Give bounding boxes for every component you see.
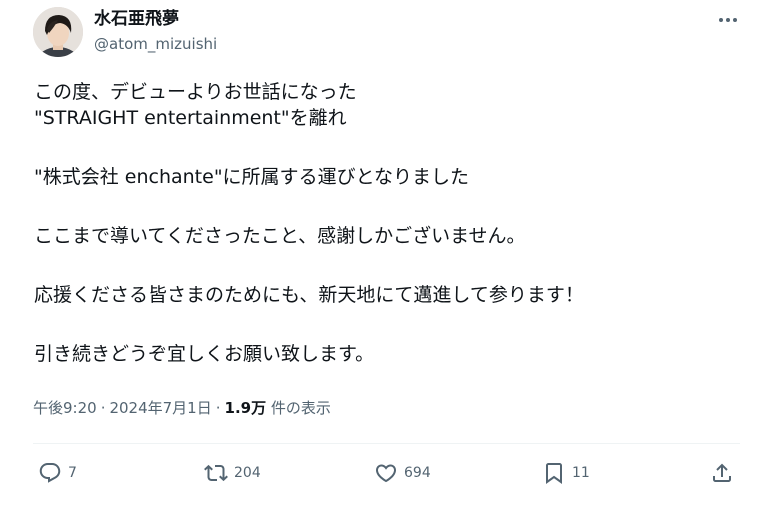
reply-icon xyxy=(38,461,62,485)
tweet-date[interactable]: 2024年7月1日 xyxy=(109,399,211,417)
reply-button[interactable]: 7 xyxy=(38,459,77,487)
tweet-text: この度、デビューよりお世話になった "STRAIGHT entertainmen… xyxy=(34,79,734,367)
retweet-icon xyxy=(204,461,228,485)
views-count: 1.9万 xyxy=(224,399,267,417)
reply-count: 7 xyxy=(68,465,77,481)
tweet-line: 応援くださる皆さまのためにも、新天地にて邁進して参ります！ xyxy=(34,284,584,306)
like-button[interactable]: 694 xyxy=(374,459,431,487)
user-handle[interactable]: @atom_mizuishi xyxy=(94,34,217,54)
avatar[interactable] xyxy=(33,7,83,57)
views-label: 件の表示 xyxy=(270,399,331,417)
avatar-image xyxy=(33,7,83,57)
retweet-button[interactable]: 204 xyxy=(204,459,261,487)
more-options-button[interactable] xyxy=(711,6,745,34)
tweet-line: "株式会社 enchante"に所属する運びとなりました xyxy=(34,166,469,188)
tweet-line: ここまで導いてくださったこと、感謝しかございません。 xyxy=(34,225,526,247)
meta-separator: · xyxy=(100,399,106,417)
more-icon xyxy=(719,18,737,22)
like-count: 694 xyxy=(404,465,431,481)
bookmark-icon xyxy=(542,461,566,485)
divider xyxy=(33,443,740,444)
retweet-count: 204 xyxy=(234,465,261,481)
tweet-time[interactable]: 午後9:20 xyxy=(33,399,97,417)
share-icon xyxy=(710,461,734,485)
meta-separator: · xyxy=(215,399,221,417)
bookmark-count: 11 xyxy=(572,465,590,481)
bookmark-button[interactable]: 11 xyxy=(542,459,590,487)
tweet-meta: 午後9:20 · 2024年7月1日 · 1.9万 件の表示 xyxy=(33,397,331,419)
tweet-line: 引き続きどうぞ宜しくお願い致します。 xyxy=(34,343,375,365)
share-button[interactable] xyxy=(710,459,734,487)
tweet-card: 水石亜飛夢 @atom_mizuishi この度、デビューよりお世話になった "… xyxy=(0,0,761,510)
display-name[interactable]: 水石亜飛夢 xyxy=(94,8,179,30)
tweet-line: この度、デビューよりお世話になった xyxy=(34,81,357,103)
heart-icon xyxy=(374,461,398,485)
tweet-line: "STRAIGHT entertainment"を離れ xyxy=(34,107,347,129)
